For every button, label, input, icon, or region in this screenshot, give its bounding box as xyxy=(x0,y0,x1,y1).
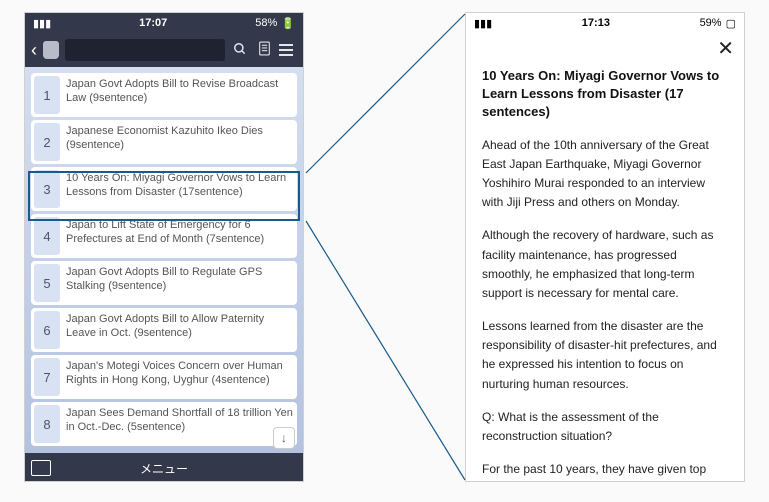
battery-percent: 58% xyxy=(255,17,277,29)
item-number: 1 xyxy=(34,76,60,114)
status-time: 17:07 xyxy=(139,17,167,29)
list-item[interactable]: 7 Japan's Motegi Voices Concern over Hum… xyxy=(31,355,297,399)
shield-icon[interactable] xyxy=(43,41,59,59)
battery-icon: ▢ xyxy=(726,17,736,30)
phone-list-screen: ▮▮▮ 17:07 58% 🔋 ‹ 1 Japan Govt Adopts Bi… xyxy=(24,12,304,482)
keyboard-icon[interactable] xyxy=(31,460,51,476)
scroll-down-button[interactable]: ↓ xyxy=(273,427,295,449)
article-paragraph: Q: What is the assessment of the reconst… xyxy=(482,408,728,446)
item-text: Japanese Economist Kazuhito Ikeo Dies (9… xyxy=(66,123,294,153)
battery-percent: 59% xyxy=(700,17,722,29)
list-item[interactable]: 3 10 Years On: Miyagi Governor Vows to L… xyxy=(31,167,297,211)
item-number: 2 xyxy=(34,123,60,161)
list-item[interactable]: 8 Japan Sees Demand Shortfall of 18 tril… xyxy=(31,402,297,446)
list-item[interactable]: 6 Japan Govt Adopts Bill to Allow Patern… xyxy=(31,308,297,352)
article-title: 10 Years On: Miyagi Governor Vows to Lea… xyxy=(482,67,728,122)
item-text: 10 Years On: Miyagi Governor Vows to Lea… xyxy=(66,170,294,200)
back-icon[interactable]: ‹ xyxy=(31,41,37,59)
signal-icon: ▮▮▮ xyxy=(474,17,492,30)
menu-icon[interactable] xyxy=(279,44,297,56)
bottom-menu-bar[interactable]: メニュー xyxy=(25,453,303,482)
document-icon[interactable] xyxy=(255,41,273,59)
item-text: Japan Govt Adopts Bill to Regulate GPS S… xyxy=(66,264,294,294)
item-number: 8 xyxy=(34,405,60,443)
item-text: Japan's Motegi Voices Concern over Human… xyxy=(66,358,294,388)
article-view[interactable]: ✕ 10 Years On: Miyagi Governor Vows to L… xyxy=(466,33,744,482)
status-bar: ▮▮▮ 17:13 59% ▢ xyxy=(466,13,744,33)
item-number: 4 xyxy=(34,217,60,255)
article-paragraph: Although the recovery of hardware, such … xyxy=(482,226,728,303)
item-text: Japan Sees Demand Shortfall of 18 trilli… xyxy=(66,405,294,435)
news-list[interactable]: 1 Japan Govt Adopts Bill to Revise Broad… xyxy=(25,67,303,453)
article-paragraph: For the past 10 years, they have given t… xyxy=(482,460,728,482)
list-item[interactable]: 2 Japanese Economist Kazuhito Ikeo Dies … xyxy=(31,120,297,164)
search-icon[interactable] xyxy=(231,42,249,59)
nav-bar: ‹ xyxy=(25,33,303,67)
item-number: 6 xyxy=(34,311,60,349)
list-item[interactable]: 1 Japan Govt Adopts Bill to Revise Broad… xyxy=(31,73,297,117)
list-item[interactable]: 4 Japan to Lift State of Emergency for 6… xyxy=(31,214,297,258)
search-input[interactable] xyxy=(65,39,225,61)
article-paragraph: Ahead of the 10th anniversary of the Gre… xyxy=(482,136,728,213)
item-number: 3 xyxy=(34,170,60,208)
item-text: Japan to Lift State of Emergency for 6 P… xyxy=(66,217,294,247)
article-paragraph: Lessons learned from the disaster are th… xyxy=(482,317,728,394)
status-time: 17:13 xyxy=(582,17,610,29)
signal-icon: ▮▮▮ xyxy=(33,17,51,30)
phone-article-screen: ▮▮▮ 17:13 59% ▢ ✕ 10 Years On: Miyagi Go… xyxy=(465,12,745,482)
list-item[interactable]: 5 Japan Govt Adopts Bill to Regulate GPS… xyxy=(31,261,297,305)
close-icon[interactable]: ✕ xyxy=(717,39,734,59)
menu-label: メニュー xyxy=(140,460,188,477)
status-bar: ▮▮▮ 17:07 58% 🔋 xyxy=(25,13,303,33)
battery-icon: 🔋 xyxy=(281,17,295,30)
item-text: Japan Govt Adopts Bill to Allow Paternit… xyxy=(66,311,294,341)
item-number: 7 xyxy=(34,358,60,396)
item-number: 5 xyxy=(34,264,60,302)
item-text: Japan Govt Adopts Bill to Revise Broadca… xyxy=(66,76,294,106)
